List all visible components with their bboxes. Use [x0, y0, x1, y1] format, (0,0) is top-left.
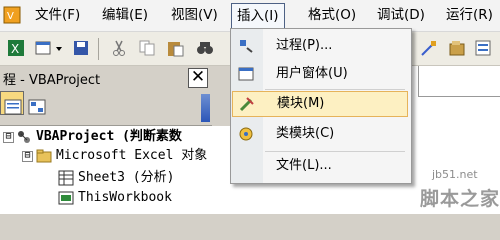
menu-item-class-module[interactable]: 类模块(C): [232, 121, 408, 147]
view-code-icon[interactable]: [4, 98, 22, 116]
vba-project-icon: [18, 131, 30, 143]
project-explorer-title: 程 - VBAProject: [3, 73, 101, 88]
procedure-icon: [240, 40, 253, 53]
project-tree: ⊟ VBAProject (判断素数 ⊟ Microsoft Excel 对象 …: [0, 126, 230, 214]
menu-edit[interactable]: 编辑(E): [100, 5, 150, 25]
menu-item-label: 过程(P)...: [276, 38, 333, 53]
paste-icon[interactable]: [166, 39, 184, 57]
app-icon[interactable]: V: [3, 5, 21, 25]
menu-insert[interactable]: 插入(I): [231, 3, 285, 30]
menu-item-module[interactable]: 模块(M): [232, 91, 408, 117]
tree-item-thisworkbook[interactable]: ThisWorkbook: [78, 188, 172, 208]
menu-separator: [265, 89, 405, 90]
menu-view[interactable]: 视图(V): [169, 5, 220, 25]
close-icon[interactable]: ✕: [188, 68, 208, 88]
tree-item-sheet3[interactable]: Sheet3 (分析): [78, 168, 174, 188]
menu-item-label: 用户窗体(U): [276, 66, 348, 81]
menu-item-file[interactable]: 文件(L)...: [232, 153, 408, 179]
copy-icon[interactable]: [138, 39, 156, 57]
userform-icon: [238, 67, 254, 81]
excel-icon[interactable]: X: [7, 39, 25, 57]
module-icon: [239, 97, 254, 112]
workbook-icon: [58, 191, 74, 205]
view-object-icon[interactable]: [28, 98, 46, 116]
toolbar-separator: [98, 38, 99, 60]
menu-item-label: 模块(M): [277, 96, 325, 111]
svg-text:V: V: [7, 11, 14, 22]
watermark-url: jb51.net: [432, 168, 478, 181]
svg-text:X: X: [11, 42, 19, 56]
menu-debug[interactable]: 调试(D): [375, 5, 427, 25]
menu-item-procedure[interactable]: 过程(P)...: [232, 33, 408, 59]
menu-separator: [265, 151, 405, 152]
save-icon[interactable]: [72, 39, 90, 57]
tree-item-vbaproject[interactable]: VBAProject (判断素数: [36, 127, 182, 147]
collapse-icon[interactable]: ⊟: [3, 132, 14, 143]
project-explorer-icon[interactable]: [448, 39, 466, 57]
cut-icon[interactable]: [110, 39, 128, 57]
find-icon[interactable]: [196, 39, 214, 57]
toolbar-overflow-icon[interactable]: [201, 94, 210, 122]
insert-userform-icon[interactable]: [34, 39, 52, 57]
insert-menu-dropdown: 过程(P)... 用户窗体(U) 模块(M) 类模块(C) 文件(L)...: [230, 28, 412, 184]
watermark-brand: 脚本之家: [420, 188, 500, 210]
properties-icon[interactable]: [474, 39, 492, 57]
menu-run[interactable]: 运行(R): [444, 5, 495, 25]
chevron-down-icon[interactable]: [54, 39, 64, 57]
worksheet-icon: [58, 170, 74, 186]
folder-icon: [36, 149, 52, 163]
menu-item-label: 类模块(C): [276, 126, 335, 141]
design-mode-icon[interactable]: [420, 39, 438, 57]
procedure-dropdown[interactable]: [418, 66, 500, 97]
collapse-icon[interactable]: ⊟: [22, 151, 33, 162]
menu-item-userform[interactable]: 用户窗体(U): [232, 61, 408, 87]
project-explorer-titlebar: 程 - VBAProject ✕: [0, 66, 212, 90]
tree-item-excel-objects[interactable]: Microsoft Excel 对象: [56, 146, 207, 166]
menu-item-label: 文件(L)...: [276, 158, 332, 173]
class-module-icon: [239, 127, 253, 141]
project-explorer-toolbar: [0, 91, 212, 126]
menu-format[interactable]: 格式(O): [306, 5, 358, 25]
menu-file[interactable]: 文件(F): [33, 5, 82, 25]
